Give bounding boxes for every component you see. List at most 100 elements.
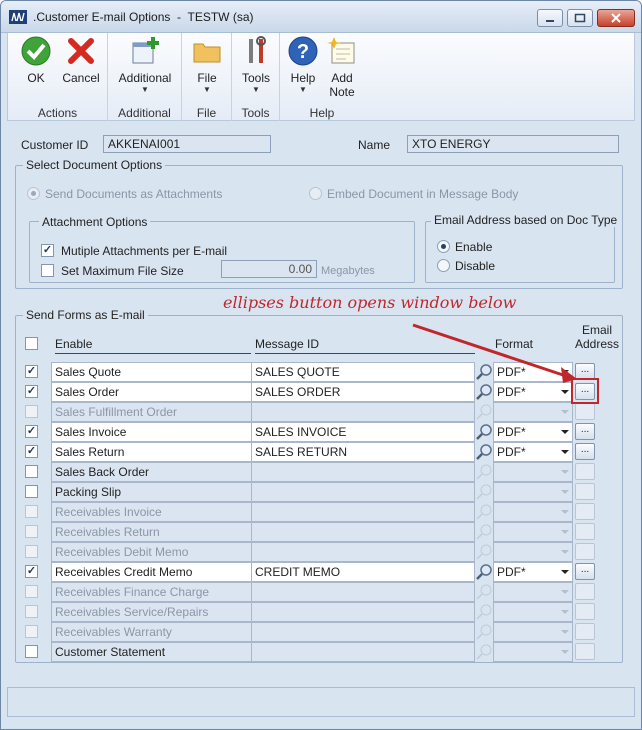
embed-body-radio[interactable] [309, 187, 322, 200]
lookup-icon[interactable] [475, 562, 493, 582]
file-label: File [197, 71, 217, 85]
send-attachments-radio[interactable] [27, 187, 40, 200]
format-dropdown[interactable]: PDF* [493, 442, 573, 462]
window-title: .Customer E-mail Options - TESTW (sa) [33, 10, 254, 24]
email-address-ellipsis-button: ... [575, 623, 595, 640]
add-note-label: Add Note [329, 71, 355, 99]
lookup-icon [475, 462, 493, 482]
chevron-down-icon [561, 410, 569, 414]
email-by-doctype-enable-radio[interactable] [437, 240, 450, 253]
row-form-name: Receivables Return [51, 522, 253, 542]
row-form-name: Receivables Service/Repairs [51, 602, 253, 622]
additional-group-label: Additional [118, 106, 171, 120]
row-checkbox-sales-quote[interactable]: ✓ [25, 365, 38, 378]
row-checkbox-sales-return[interactable]: ✓ [25, 445, 38, 458]
lookup-icon [475, 542, 493, 562]
ok-button[interactable]: OK [18, 35, 54, 85]
file-button[interactable]: File ▼ [188, 35, 226, 95]
format-value: PDF* [497, 425, 526, 439]
app-logo-icon [9, 10, 27, 24]
minimize-icon [546, 20, 554, 22]
megabytes-label: Megabytes [321, 265, 375, 277]
send-forms-title: Send Forms as E-mail [23, 308, 148, 322]
row-checkbox-receivables-credit-memo[interactable]: ✓ [25, 565, 38, 578]
tools-button[interactable]: Tools ▼ [237, 35, 275, 95]
format-dropdown [493, 502, 573, 522]
chevron-down-icon [561, 610, 569, 614]
tools-icon [249, 36, 266, 63]
format-value: PDF* [497, 445, 526, 459]
note-icon [327, 37, 355, 64]
chevron-down-icon [561, 510, 569, 514]
row-checkbox-sales-invoice[interactable]: ✓ [25, 425, 38, 438]
customer-id-label: Customer ID [21, 138, 89, 152]
attachment-options-title: Attachment Options [39, 215, 151, 229]
email-by-doctype-disable-radio[interactable] [437, 259, 450, 272]
email-address-ellipsis-button: ... [575, 543, 595, 560]
ok-label: OK [27, 71, 45, 85]
title-bar: .Customer E-mail Options - TESTW (sa) [1, 1, 641, 33]
annotation-callout: ellipses button opens window below [223, 293, 517, 312]
chevron-down-icon [561, 590, 569, 594]
row-form-name: Receivables Warranty [51, 622, 253, 642]
email-by-doctype-disable-label: Disable [455, 259, 496, 273]
email-address-ellipsis-button: ... [575, 603, 595, 620]
lookup-icon [475, 502, 493, 522]
row-form-name: Customer Statement [51, 642, 253, 662]
minimize-button[interactable] [537, 9, 563, 27]
select-all-checkbox[interactable] [25, 337, 38, 350]
additional-button[interactable]: Additional ▼ [114, 35, 176, 95]
row-message-id[interactable]: SALES INVOICE [251, 422, 475, 442]
cancel-button[interactable]: Cancel [60, 35, 102, 85]
row-checkbox-receivables-invoice [25, 505, 38, 518]
embed-body-label: Embed Document in Message Body [327, 187, 519, 201]
row-message-id [251, 582, 475, 602]
row-checkbox-customer-statement[interactable] [25, 645, 38, 658]
row-form-name: Receivables Finance Charge [51, 582, 253, 602]
chevron-down-icon [561, 490, 569, 494]
row-message-id[interactable]: SALES RETURN [251, 442, 475, 462]
customer-id-field: AKKENAI001 [103, 135, 271, 153]
row-form-name: Sales Return [51, 442, 253, 462]
row-message-id[interactable]: CREDIT MEMO [251, 562, 475, 582]
row-form-name: Packing Slip [51, 482, 253, 502]
lookup-icon [475, 482, 493, 502]
row-message-id [251, 542, 475, 562]
chevron-down-icon [561, 550, 569, 554]
lookup-icon[interactable] [475, 442, 493, 462]
email-by-doctype-enable-label: Enable [455, 240, 493, 254]
additional-label: Additional [118, 71, 172, 85]
chevron-down-icon [561, 450, 569, 454]
row-checkbox-receivables-finance-charge [25, 585, 38, 598]
row-checkbox-receivables-return [25, 525, 38, 538]
email-by-doctype-title: Email Address based on Doc Type [431, 213, 621, 227]
help-icon: ? [288, 36, 318, 66]
maximize-button[interactable] [567, 9, 593, 27]
ribbon-group-file: File ▼ File [182, 33, 232, 121]
row-form-name: Receivables Invoice [51, 502, 253, 522]
lookup-icon [475, 622, 493, 642]
max-file-size-checkbox[interactable] [41, 264, 54, 277]
email-address-ellipsis-button[interactable]: ... [575, 443, 595, 460]
row-form-name: Sales Fulfillment Order [51, 402, 253, 422]
format-dropdown [493, 582, 573, 602]
x-icon [68, 38, 94, 64]
row-checkbox-sales-order[interactable]: ✓ [25, 385, 38, 398]
row-checkbox-packing-slip[interactable] [25, 485, 38, 498]
multiple-attachments-checkbox[interactable]: ✓ [41, 244, 54, 257]
max-file-size-field[interactable]: 0.00 [221, 260, 317, 278]
format-dropdown [493, 522, 573, 542]
chevron-down-icon [561, 650, 569, 654]
close-button[interactable] [597, 9, 635, 27]
row-checkbox-sales-back-order[interactable] [25, 465, 38, 478]
lookup-icon[interactable] [475, 422, 493, 442]
format-dropdown [493, 482, 573, 502]
help-button[interactable]: ? Help ▼ [284, 35, 322, 95]
email-address-ellipsis-button[interactable]: ... [575, 423, 595, 440]
format-dropdown[interactable]: PDF* [493, 562, 573, 582]
add-note-button[interactable]: Add Note [322, 35, 362, 99]
close-icon [611, 13, 621, 23]
format-dropdown[interactable]: PDF* [493, 422, 573, 442]
row-checkbox-sales-fulfillment-order [25, 405, 38, 418]
email-address-ellipsis-button[interactable]: ... [575, 563, 595, 580]
